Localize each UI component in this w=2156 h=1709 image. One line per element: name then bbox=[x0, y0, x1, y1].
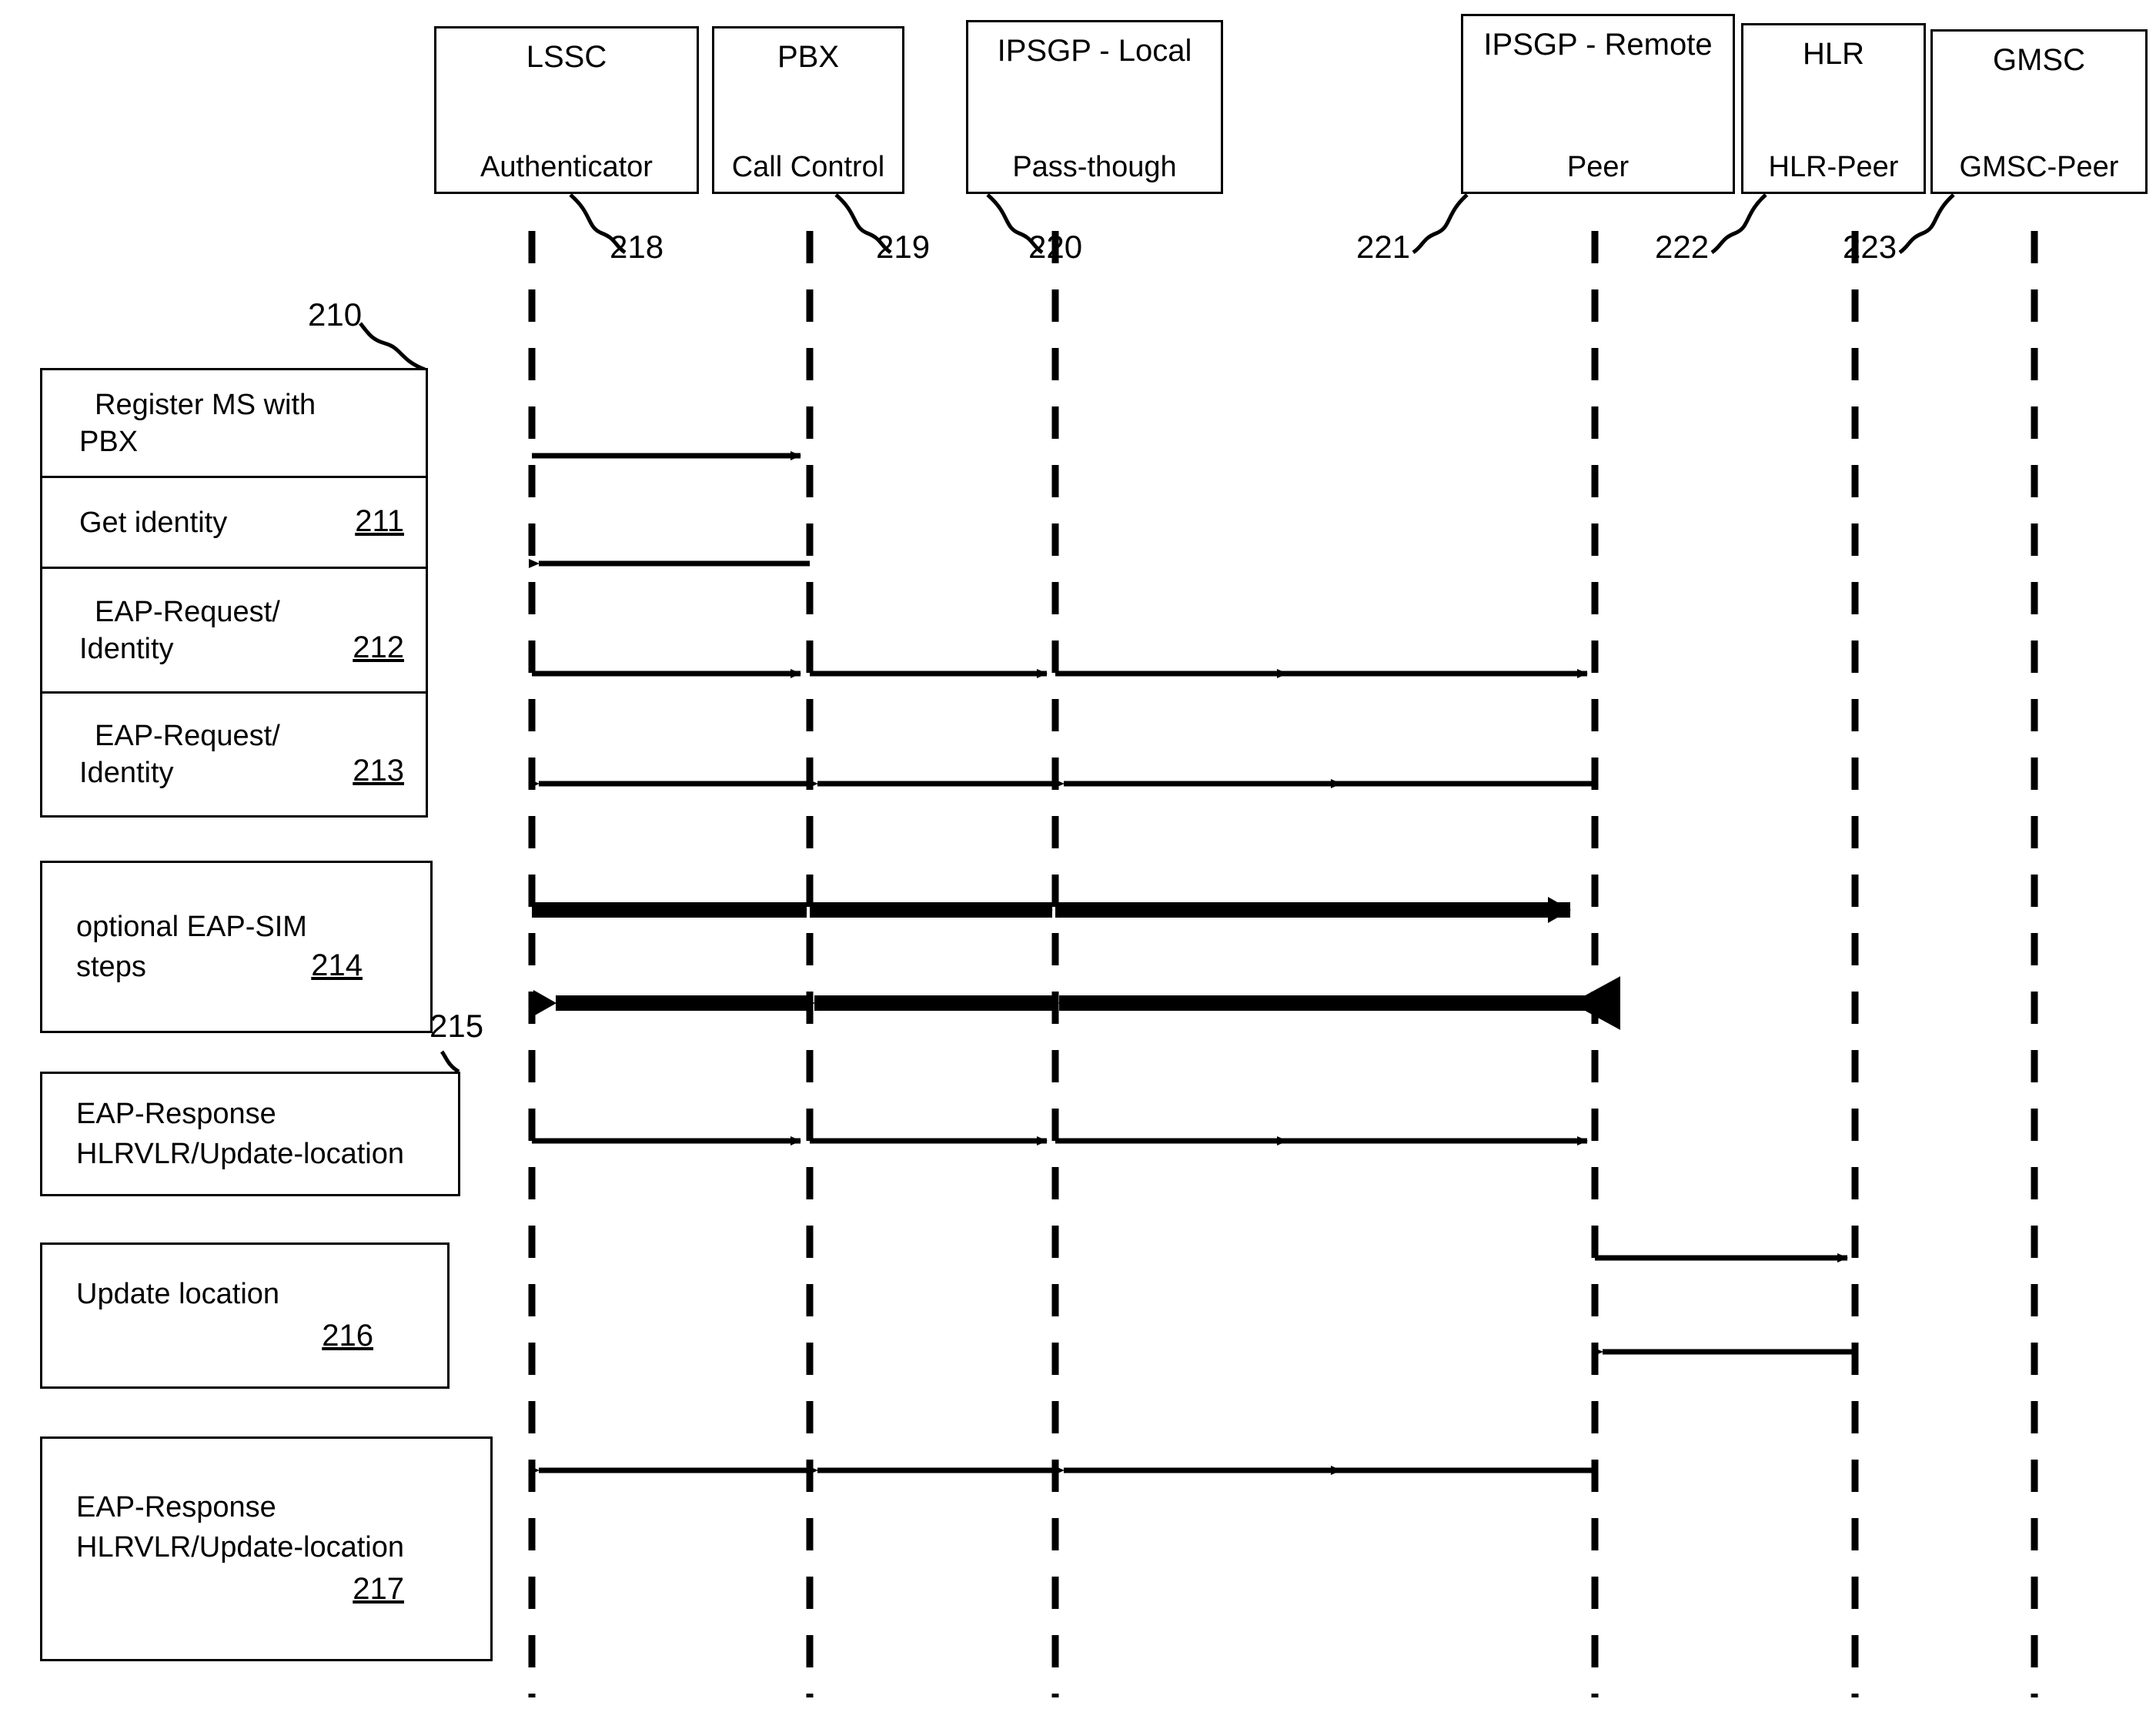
ref-numeral-219: 219 bbox=[876, 229, 931, 265]
step-row-212[interactable]: EAP-Request/ Identity 212 bbox=[42, 569, 426, 694]
actor-title-pbx: PBX bbox=[777, 40, 840, 74]
actor-box-gmsc[interactable]: GMSC GMSC-Peer bbox=[1930, 29, 2148, 194]
step-box-217-line1: EAP-Response bbox=[76, 1491, 276, 1523]
leader-222 bbox=[1710, 193, 1767, 255]
step-box-217[interactable]: EAP-Response HLRVLR/Update-location 217 bbox=[40, 1436, 493, 1661]
leader-221 bbox=[1412, 193, 1469, 255]
step-box-216-line1: Update location bbox=[76, 1278, 280, 1310]
leader-210 bbox=[359, 322, 426, 372]
actor-box-ipsgp-local[interactable]: IPSGP - Local Pass-though bbox=[966, 20, 1223, 194]
lifelines bbox=[528, 231, 2038, 1697]
step-box-214[interactable]: optional EAP-SIM steps 214 bbox=[40, 861, 433, 1033]
ref-numeral-222: 222 bbox=[1655, 229, 1710, 265]
step-row-213-num: 213 bbox=[353, 754, 404, 788]
step-row-210-line1: Register MS with bbox=[95, 388, 316, 421]
step-row-210[interactable]: Register MS with PBX bbox=[42, 370, 426, 478]
actor-box-hlr[interactable]: HLR HLR-Peer bbox=[1741, 23, 1926, 194]
actor-subtitle-lssc: Authenticator bbox=[480, 151, 653, 183]
step-box-215[interactable]: EAP-Response HLRVLR/Update-location bbox=[40, 1072, 460, 1196]
step-row-213[interactable]: EAP-Request/ Identity 213 bbox=[42, 694, 426, 815]
step-row-212-line1: EAP-Request/ bbox=[95, 595, 280, 628]
step-row-210-line2: PBX bbox=[79, 425, 139, 458]
step-box-215-line2: HLRVLR/Update-location bbox=[76, 1138, 404, 1170]
actor-box-pbx[interactable]: PBX Call Control bbox=[712, 26, 904, 194]
actor-title-hlr: HLR bbox=[1802, 37, 1865, 71]
actor-ref-leaders bbox=[569, 193, 1955, 255]
actor-subtitle-pbx: Call Control bbox=[731, 151, 885, 183]
step-box-216[interactable]: Update location 216 bbox=[40, 1242, 450, 1389]
step-box-214-line2: steps bbox=[76, 951, 146, 983]
actor-title-ipsgp-remote: IPSGP - Remote bbox=[1483, 28, 1713, 62]
step-row-212-num: 212 bbox=[353, 630, 404, 664]
step-row-211[interactable]: Get identity 211 bbox=[42, 478, 426, 569]
leader-223 bbox=[1898, 193, 1955, 255]
actor-box-ipsgp-remote[interactable]: IPSGP - Remote Peer bbox=[1461, 14, 1735, 194]
step-box-216-num: 216 bbox=[322, 1319, 373, 1353]
ref-numeral-223: 223 bbox=[1843, 229, 1897, 265]
actor-subtitle-ipsgp-remote: Peer bbox=[1566, 151, 1630, 183]
step-row-213-line1: EAP-Request/ bbox=[95, 720, 280, 752]
ref-numeral-221: 221 bbox=[1356, 229, 1411, 265]
step-box-217-line2: HLRVLR/Update-location bbox=[76, 1531, 404, 1564]
ref-numeral-220: 220 bbox=[1028, 229, 1083, 265]
actor-subtitle-ipsgp-local: Pass-though bbox=[1012, 151, 1177, 183]
step-box-214-line1: optional EAP-SIM bbox=[76, 911, 307, 943]
step-table-210: Register MS with PBX Get identity 211 EA… bbox=[40, 368, 428, 818]
step-box-215-line1: EAP-Response bbox=[76, 1098, 276, 1130]
actor-subtitle-gmsc: GMSC-Peer bbox=[1959, 151, 2119, 183]
actor-title-lssc: LSSC bbox=[526, 40, 607, 74]
step-row-211-num: 211 bbox=[355, 504, 404, 538]
ref-numeral-210: 210 bbox=[308, 296, 363, 333]
actor-subtitle-hlr: HLR-Peer bbox=[1768, 151, 1899, 183]
ref-numeral-215: 215 bbox=[430, 1008, 484, 1044]
actor-box-lssc[interactable]: LSSC Authenticator bbox=[434, 26, 699, 194]
actor-title-gmsc: GMSC bbox=[1993, 43, 2085, 77]
leader-215 bbox=[440, 1050, 460, 1074]
diagram-canvas: LSSC Authenticator PBX Call Control IPSG… bbox=[0, 0, 2156, 1709]
message-arrow-214b bbox=[533, 976, 1620, 1030]
step-box-217-num: 217 bbox=[353, 1572, 404, 1606]
ref-numeral-218: 218 bbox=[610, 229, 664, 265]
actor-title-ipsgp-local: IPSGP - Local bbox=[997, 34, 1192, 68]
